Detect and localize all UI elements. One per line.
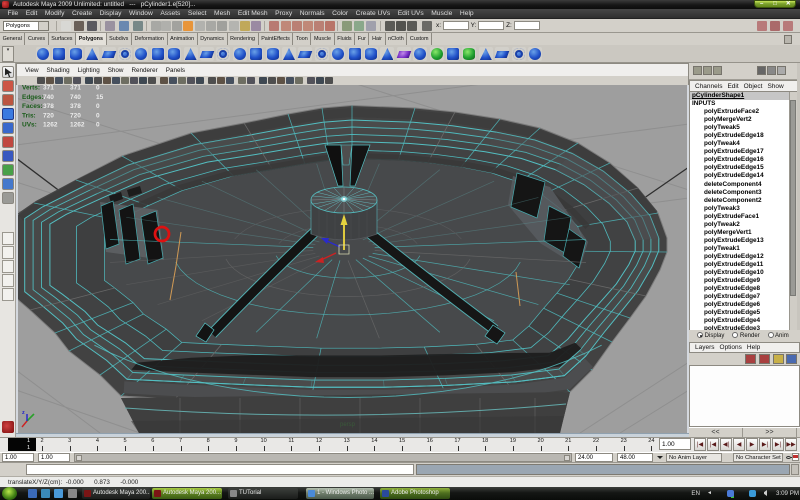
svg-text:0: 0 bbox=[96, 85, 100, 92]
svg-text:0: 0 bbox=[96, 122, 100, 129]
svg-text:378: 378 bbox=[43, 103, 54, 110]
svg-text:371: 371 bbox=[70, 85, 81, 92]
svg-text:UVs:: UVs: bbox=[22, 122, 37, 129]
svg-text:371: 371 bbox=[43, 85, 54, 92]
svg-text:1262: 1262 bbox=[70, 122, 85, 129]
svg-text:720: 720 bbox=[43, 112, 54, 119]
svg-text:Faces:: Faces: bbox=[22, 103, 43, 110]
svg-text:z: z bbox=[22, 410, 25, 416]
svg-text:740: 740 bbox=[70, 94, 81, 101]
svg-text:720: 720 bbox=[70, 112, 81, 119]
svg-text:persp: persp bbox=[340, 422, 356, 428]
svg-text:Edges:: Edges: bbox=[22, 94, 44, 101]
svg-text:0: 0 bbox=[96, 112, 100, 119]
svg-text:Tris:: Tris: bbox=[22, 112, 36, 119]
svg-text:740: 740 bbox=[43, 94, 54, 101]
svg-text:Verts:: Verts: bbox=[22, 85, 40, 92]
svg-text:1262: 1262 bbox=[43, 122, 58, 129]
svg-text:0: 0 bbox=[96, 103, 100, 110]
svg-text:378: 378 bbox=[70, 103, 81, 110]
svg-text:15: 15 bbox=[96, 94, 104, 101]
